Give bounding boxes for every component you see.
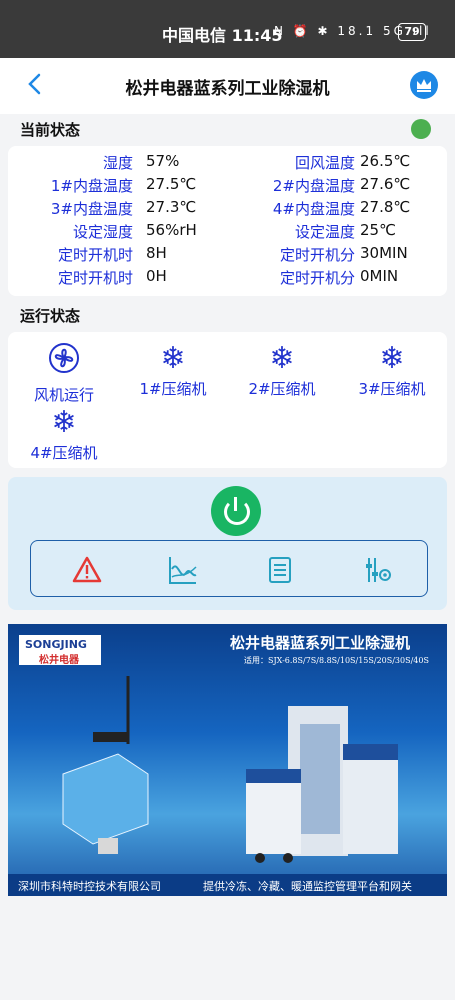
promo-banner[interactable]: SONGJING 松井电器 松井电器蓝系列工业除湿机 适用：SJX-6.8S/7… — [8, 624, 447, 896]
status-value: 27.5℃ — [146, 175, 197, 193]
alarm-warning-icon[interactable] — [72, 555, 102, 585]
page-title: 松井电器蓝系列工业除湿机 — [125, 79, 330, 99]
status-value: 0H — [146, 267, 167, 285]
fan-status-label: 风机运行 — [33, 386, 94, 404]
run-status-heading: 运行状态 — [20, 307, 81, 325]
carrier-time: 中国电信 11:45 — [162, 26, 283, 45]
status-row: 设定湿度 56%rH 设定温度 25℃ — [8, 221, 447, 244]
status-row: 湿度 57% 回风温度 26.5℃ — [8, 152, 447, 175]
function-toolbar — [30, 540, 428, 597]
crown-icon[interactable] — [410, 71, 438, 99]
compressor-label: 2#压缩机 — [248, 380, 316, 398]
status-label: 设定湿度 — [72, 223, 133, 241]
run-status-card: 风机运行 ❄ 1#压缩机 ❄ 2#压缩机 ❄ 3#压缩机 ❄ 4#压缩机 — [8, 332, 447, 468]
compressor-label: 4#压缩机 — [30, 444, 98, 462]
compressor-label: 1#压缩机 — [139, 380, 207, 398]
status-value: 25℃ — [360, 221, 396, 239]
status-value: 30MIN — [360, 244, 408, 262]
status-row: 3#内盘温度 27.3℃ 4#内盘温度 27.8℃ — [8, 198, 447, 221]
status-indicator — [411, 119, 431, 139]
fan-status: 风机运行 — [19, 342, 109, 405]
status-label: 回风温度 — [294, 154, 355, 172]
settings-sliders-icon[interactable] — [363, 555, 393, 585]
status-value: 27.6℃ — [360, 175, 411, 193]
banner-footer: 深圳市科特时控技术有限公司 提供冷冻、冷藏、暖通监控管理平台和网关 — [8, 874, 447, 896]
status-label: 定时开机分 — [279, 246, 355, 264]
status-value: 27.8℃ — [360, 198, 411, 216]
status-label: 1#内盘温度 — [50, 177, 133, 195]
status-label: 定时开机时 — [57, 246, 133, 264]
banner-footer-slogan: 提供冷冻、冷藏、暖通监控管理平台和网关 — [203, 880, 412, 893]
status-label: 湿度 — [102, 154, 133, 172]
status-value: 26.5℃ — [360, 152, 411, 170]
compressor-3-status: ❄ 3#压缩机 — [347, 342, 437, 399]
compressor-4-status: ❄ 4#压缩机 — [19, 406, 109, 463]
status-bar: 中国电信 11:45 N ⏰ ✱ 18.1 5G ıll 79 — [0, 0, 455, 58]
compressor-label: 3#压缩机 — [358, 380, 426, 398]
fan-icon — [19, 342, 109, 382]
status-value: 57% — [146, 152, 180, 170]
snowflake-icon: ❄ — [269, 341, 295, 376]
status-label: 定时开机时 — [57, 269, 133, 287]
compressor-2-status: ❄ 2#压缩机 — [237, 342, 327, 399]
status-row: 1#内盘温度 27.5℃ 2#内盘温度 27.6℃ — [8, 175, 447, 198]
compressor-1-status: ❄ 1#压缩机 — [128, 342, 218, 399]
status-value: 0MIN — [360, 267, 399, 285]
status-label: 设定温度 — [294, 223, 355, 241]
control-panel — [8, 477, 447, 610]
battery-indicator: 79 — [398, 23, 426, 41]
list-document-icon[interactable] — [265, 555, 295, 585]
power-icon — [224, 499, 250, 525]
power-button[interactable] — [211, 486, 261, 536]
status-label: 定时开机分 — [279, 269, 355, 287]
current-status-heading: 当前状态 — [20, 121, 81, 139]
snowflake-icon: ❄ — [160, 341, 186, 376]
snowflake-icon: ❄ — [51, 405, 77, 440]
title-bar: 松井电器蓝系列工业除湿机 — [0, 58, 455, 114]
status-value: 8H — [146, 244, 167, 262]
status-value: 56%rH — [146, 221, 197, 239]
status-row: 定时开机时 0H 定时开机分 0MIN — [8, 267, 447, 290]
banner-product-illustration — [62, 676, 398, 863]
status-row: 定时开机时 8H 定时开机分 30MIN — [8, 244, 447, 267]
status-label: 4#内盘温度 — [272, 200, 355, 218]
current-status-card: 湿度 57% 回风温度 26.5℃ 1#内盘温度 27.5℃ 2#内盘温度 27… — [8, 146, 447, 296]
snowflake-icon: ❄ — [379, 341, 405, 376]
status-label: 3#内盘温度 — [50, 200, 133, 218]
status-value: 27.3℃ — [146, 198, 197, 216]
status-label: 2#内盘温度 — [272, 177, 355, 195]
banner-footer-company: 深圳市科特时控技术有限公司 — [18, 880, 161, 893]
trend-chart-icon[interactable] — [168, 555, 198, 585]
